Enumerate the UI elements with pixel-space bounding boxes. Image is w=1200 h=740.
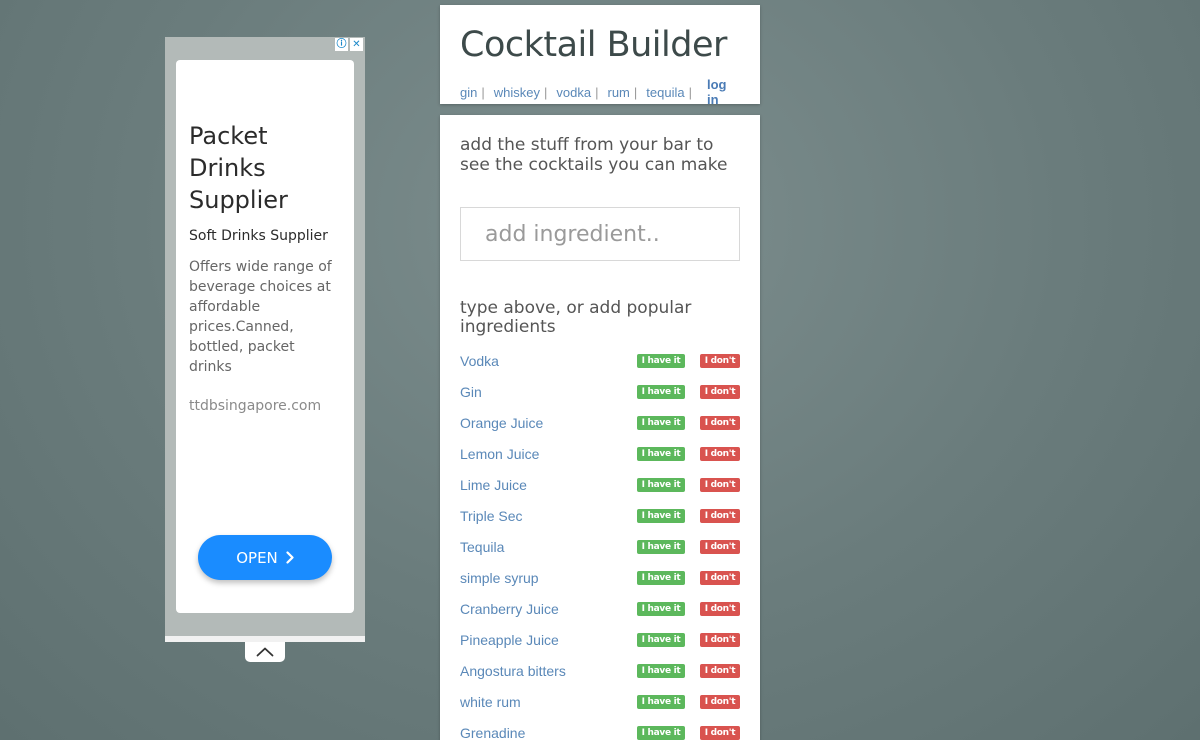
ad-collapse-button[interactable]	[245, 642, 285, 662]
have-it-button[interactable]: I have it	[637, 508, 685, 523]
list-item: Vodka I have it I don't	[460, 345, 740, 376]
nav-link-whiskey[interactable]: whiskey	[494, 85, 540, 100]
dont-have-button[interactable]: I don't	[700, 632, 740, 647]
ingredient-name[interactable]: Tequila	[460, 539, 637, 555]
list-item: Tequila I have it I don't	[460, 531, 740, 562]
have-it-button[interactable]: I have it	[637, 694, 685, 709]
site-title: Cocktail Builder	[460, 25, 727, 65]
dont-have-button[interactable]: I don't	[700, 353, 740, 368]
nav-separator: |	[633, 84, 638, 100]
ingredient-name[interactable]: Angostura bitters	[460, 663, 637, 679]
login-link[interactable]: log in	[707, 77, 740, 107]
ad-open-label: OPEN	[236, 548, 278, 567]
ingredient-name[interactable]: Pineapple Juice	[460, 632, 637, 648]
nav-separator: |	[595, 84, 599, 100]
have-it-button[interactable]: I have it	[637, 570, 685, 585]
list-item: Grenadine I have it I don't	[460, 717, 740, 740]
have-it-button[interactable]: I have it	[637, 446, 685, 461]
ingredient-name[interactable]: simple syrup	[460, 570, 637, 586]
dont-have-button[interactable]: I don't	[700, 539, 740, 554]
list-item: Gin I have it I don't	[460, 376, 740, 407]
nav-separator: |	[688, 84, 692, 100]
have-it-button[interactable]: I have it	[637, 477, 685, 492]
ad-close-icon[interactable]: ✕	[350, 38, 363, 51]
spirit-nav: gin | whiskey | vodka | rum | tequila | …	[460, 77, 740, 107]
nav-separator: |	[481, 84, 485, 100]
have-it-button[interactable]: I have it	[637, 725, 685, 740]
ingredient-name[interactable]: Triple Sec	[460, 508, 637, 524]
dont-have-button[interactable]: I don't	[700, 601, 740, 616]
dont-have-button[interactable]: I don't	[700, 477, 740, 492]
list-item: white rum I have it I don't	[460, 686, 740, 717]
ingredient-name[interactable]: Grenadine	[460, 725, 637, 740]
list-item: simple syrup I have it I don't	[460, 562, 740, 593]
nav-link-gin[interactable]: gin	[460, 85, 477, 100]
ingredient-name[interactable]: Gin	[460, 384, 637, 400]
nav-link-rum[interactable]: rum	[607, 85, 629, 100]
have-it-button[interactable]: I have it	[637, 539, 685, 554]
ingredient-search-input[interactable]	[460, 207, 740, 261]
have-it-button[interactable]: I have it	[637, 353, 685, 368]
have-it-button[interactable]: I have it	[637, 663, 685, 678]
chevron-right-icon	[286, 551, 294, 564]
have-it-button[interactable]: I have it	[637, 384, 685, 399]
list-item: Lemon Juice I have it I don't	[460, 438, 740, 469]
ingredient-name[interactable]: white rum	[460, 694, 637, 710]
list-item: Pineapple Juice I have it I don't	[460, 624, 740, 655]
ingredient-name[interactable]: Lime Juice	[460, 477, 637, 493]
dont-have-button[interactable]: I don't	[700, 694, 740, 709]
ingredient-list: Vodka I have it I don't Gin I have it I …	[460, 345, 740, 740]
ad-subheadline: Soft Drinks Supplier	[189, 228, 328, 244]
have-it-button[interactable]: I have it	[637, 601, 685, 616]
have-it-button[interactable]: I have it	[637, 415, 685, 430]
list-item: Orange Juice I have it I don't	[460, 407, 740, 438]
dont-have-button[interactable]: I don't	[700, 446, 740, 461]
dont-have-button[interactable]: I don't	[700, 384, 740, 399]
dont-have-button[interactable]: I don't	[700, 508, 740, 523]
ad-url: ttdbsingapore.com	[189, 398, 322, 414]
ad-panel: ⓘ ✕ Packet Drinks Supplier Soft Drinks S…	[165, 37, 365, 642]
ad-headline: Packet Drinks Supplier	[189, 122, 288, 214]
list-item: Triple Sec I have it I don't	[460, 500, 740, 531]
list-item: Lime Juice I have it I don't	[460, 469, 740, 500]
intro-text: add the stuff from your bar to see the c…	[460, 135, 728, 175]
dont-have-button[interactable]: I don't	[700, 725, 740, 740]
dont-have-button[interactable]: I don't	[700, 570, 740, 585]
chevron-up-icon	[256, 647, 274, 657]
ad-info-icon[interactable]: ⓘ	[335, 38, 348, 51]
ingredient-name[interactable]: Orange Juice	[460, 415, 637, 431]
ad-controls: ⓘ ✕	[335, 38, 363, 51]
ingredient-name[interactable]: Lemon Juice	[460, 446, 637, 462]
dont-have-button[interactable]: I don't	[700, 415, 740, 430]
popular-ingredients-heading: type above, or add popular ingredients	[460, 298, 692, 337]
ad-description: Offers wide range of beverage choices at…	[189, 259, 332, 375]
ad-open-button[interactable]: OPEN	[198, 535, 332, 580]
nav-link-tequila[interactable]: tequila	[646, 85, 684, 100]
list-item: Cranberry Juice I have it I don't	[460, 593, 740, 624]
ad-card[interactable]: Packet Drinks Supplier Soft Drinks Suppl…	[176, 60, 354, 613]
list-item: Angostura bitters I have it I don't	[460, 655, 740, 686]
ingredient-name[interactable]: Cranberry Juice	[460, 601, 637, 617]
ingredient-card: add the stuff from your bar to see the c…	[440, 115, 760, 740]
nav-link-vodka[interactable]: vodka	[556, 85, 591, 100]
have-it-button[interactable]: I have it	[637, 632, 685, 647]
nav-separator: |	[544, 84, 548, 100]
dont-have-button[interactable]: I don't	[700, 663, 740, 678]
ingredient-name[interactable]: Vodka	[460, 353, 637, 369]
header-card: Cocktail Builder gin | whiskey | vodka |…	[440, 5, 760, 107]
